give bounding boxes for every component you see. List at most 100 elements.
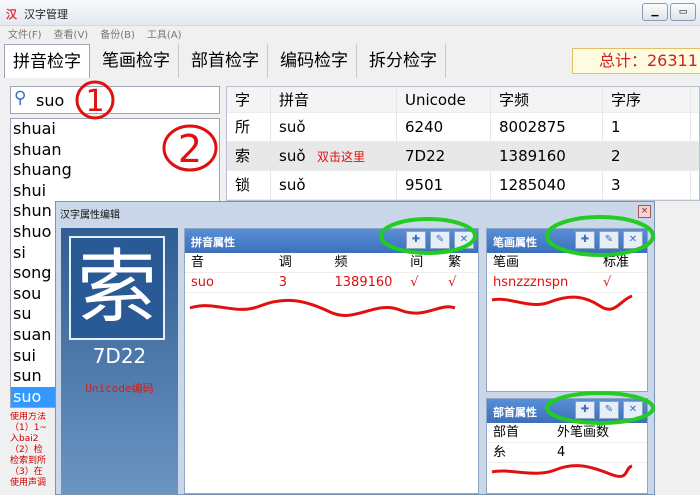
- col-order[interactable]: 字序: [603, 87, 691, 112]
- search-tabs: 拼音检字 笔画检字 部首检字 编码检字 拆分检字: [4, 44, 446, 78]
- pinyin-panel-title: 拼音属性: [191, 236, 235, 249]
- list-item[interactable]: shuai: [11, 119, 219, 140]
- delete-icon[interactable]: ✕: [623, 231, 643, 249]
- tab-split[interactable]: 拆分检字: [361, 44, 446, 78]
- cell: 所: [227, 113, 271, 141]
- edit-icon[interactable]: ✎: [599, 401, 619, 419]
- cell: suǒ: [271, 171, 397, 199]
- minimize-button[interactable]: ▁: [642, 3, 668, 21]
- char-property-dialog: 汉字属性编辑 × 索 7D22 Unicode编码 拼音属性 ✚ ✎ ✕ 音 调…: [55, 201, 655, 495]
- menu-view[interactable]: 查看(V): [54, 26, 89, 44]
- cell: 1285040: [491, 171, 603, 199]
- search-value: suo: [36, 91, 65, 110]
- cell: √: [448, 275, 457, 290]
- cell: suo: [191, 275, 214, 290]
- unicode-value: 7D22: [92, 344, 147, 368]
- cell: 锁: [227, 171, 271, 199]
- cell: 1: [603, 113, 691, 141]
- cell: 3: [278, 275, 287, 290]
- cell: 8002875: [491, 113, 603, 141]
- cell: 4: [557, 445, 566, 460]
- table-row[interactable]: 锁 suǒ 9501 1285040 3: [227, 171, 699, 200]
- cell: 1389160: [491, 142, 603, 170]
- list-item[interactable]: shuang: [11, 160, 219, 181]
- window-controls: ▁ ▭: [642, 3, 696, 21]
- stroke-panel-header: 笔画属性 ✚ ✎ ✕: [487, 229, 647, 253]
- cell: 7D22: [397, 142, 491, 170]
- col-tone: 调: [278, 255, 292, 270]
- delete-icon[interactable]: ✕: [623, 401, 643, 419]
- cell: 1389160: [334, 275, 393, 290]
- stroke-panel-title: 笔画属性: [493, 236, 537, 249]
- col-simple: 间: [410, 255, 424, 270]
- radical-panel: 部首属性 ✚ ✎ ✕ 部首 外笔画数 糸 4: [486, 398, 648, 494]
- radical-panel-title: 部首属性: [493, 406, 537, 419]
- title-bar: 汉 汉字管理 ▁ ▭: [0, 0, 700, 26]
- menu-bar: 文件(F) 查看(V) 备份(B) 工具(A): [0, 26, 700, 44]
- edit-icon[interactable]: ✎: [430, 231, 450, 249]
- cell: 糸: [493, 445, 507, 460]
- list-item[interactable]: shuan: [11, 140, 219, 161]
- add-icon[interactable]: ✚: [575, 401, 595, 419]
- grid-header: 字 拼音 Unicode 字频 字序: [227, 87, 699, 113]
- cell: √: [603, 275, 612, 290]
- cell: suǒ: [271, 113, 397, 141]
- col-outer-strokes: 外笔画数: [557, 425, 610, 440]
- char-panel: 索 7D22 Unicode编码: [61, 228, 178, 494]
- add-icon[interactable]: ✚: [575, 231, 595, 249]
- delete-icon[interactable]: ✕: [454, 231, 474, 249]
- dialog-title: 汉字属性编辑: [60, 210, 120, 221]
- col-standard: 标准: [603, 255, 630, 270]
- cell: 3: [603, 171, 691, 199]
- stroke-header-row: 笔画 标准: [487, 253, 647, 273]
- table-row[interactable]: suo 3 1389160 √ √: [185, 273, 478, 293]
- close-icon[interactable]: ×: [638, 205, 651, 218]
- table-row[interactable]: 索 suǒ 7D22 1389160 2: [227, 142, 699, 171]
- col-radical: 部首: [493, 425, 520, 440]
- table-row[interactable]: hsnzzznspn √: [487, 273, 647, 293]
- pinyin-panel: 拼音属性 ✚ ✎ ✕ 音 调 频 间 繁 suo 3 1389160 √ √: [184, 228, 479, 494]
- total-count: 总计：26311: [572, 48, 700, 74]
- stroke-panel: 笔画属性 ✚ ✎ ✕ 笔画 标准 hsnzzznspn √: [486, 228, 648, 392]
- tab-pinyin[interactable]: 拼音检字: [4, 44, 90, 78]
- window-title: 汉字管理: [24, 8, 68, 21]
- cell: 6240: [397, 113, 491, 141]
- cell: √: [410, 275, 419, 290]
- search-icon: ⚲: [14, 88, 27, 108]
- col-pinyin[interactable]: 拼音: [271, 87, 397, 112]
- unicode-label: Unicode编码: [85, 382, 154, 395]
- radical-panel-buttons: ✚ ✎ ✕: [575, 401, 643, 419]
- add-icon[interactable]: ✚: [406, 231, 426, 249]
- pinyin-panel-header: 拼音属性 ✚ ✎ ✕: [185, 229, 478, 253]
- col-freq[interactable]: 字频: [491, 87, 603, 112]
- col-char[interactable]: 字: [227, 87, 271, 112]
- cell: hsnzzznspn: [493, 275, 569, 290]
- col-sound: 音: [191, 255, 205, 270]
- menu-backup[interactable]: 备份(B): [100, 26, 135, 44]
- table-row[interactable]: 糸 4: [487, 443, 647, 463]
- cell: 9501: [397, 171, 491, 199]
- big-char: 索: [77, 241, 157, 334]
- edit-icon[interactable]: ✎: [599, 231, 619, 249]
- menu-tools[interactable]: 工具(A): [147, 26, 182, 44]
- char-box: 索: [69, 236, 165, 340]
- stroke-panel-buttons: ✚ ✎ ✕: [575, 231, 643, 249]
- tab-radical[interactable]: 部首检字: [183, 44, 268, 78]
- radical-panel-header: 部首属性 ✚ ✎ ✕: [487, 399, 647, 423]
- col-unicode[interactable]: Unicode: [397, 87, 491, 112]
- col-freq: 频: [334, 255, 348, 270]
- result-grid: 字 拼音 Unicode 字频 字序 所 suǒ 6240 8002875 1 …: [226, 86, 700, 201]
- list-item[interactable]: shui: [11, 181, 219, 202]
- app-icon: 汉: [6, 8, 17, 21]
- pinyin-header-row: 音 调 频 间 繁: [185, 253, 478, 273]
- cell: 索: [227, 142, 271, 170]
- menu-file[interactable]: 文件(F): [8, 26, 42, 44]
- col-stroke: 笔画: [493, 255, 520, 270]
- col-trad: 繁: [448, 255, 462, 270]
- cell: 2: [603, 142, 691, 170]
- tab-code[interactable]: 编码检字: [272, 44, 357, 78]
- maximize-button[interactable]: ▭: [670, 3, 696, 21]
- table-row[interactable]: 所 suǒ 6240 8002875 1: [227, 113, 699, 142]
- radical-header-row: 部首 外笔画数: [487, 423, 647, 443]
- tab-strokes[interactable]: 笔画检字: [94, 44, 179, 78]
